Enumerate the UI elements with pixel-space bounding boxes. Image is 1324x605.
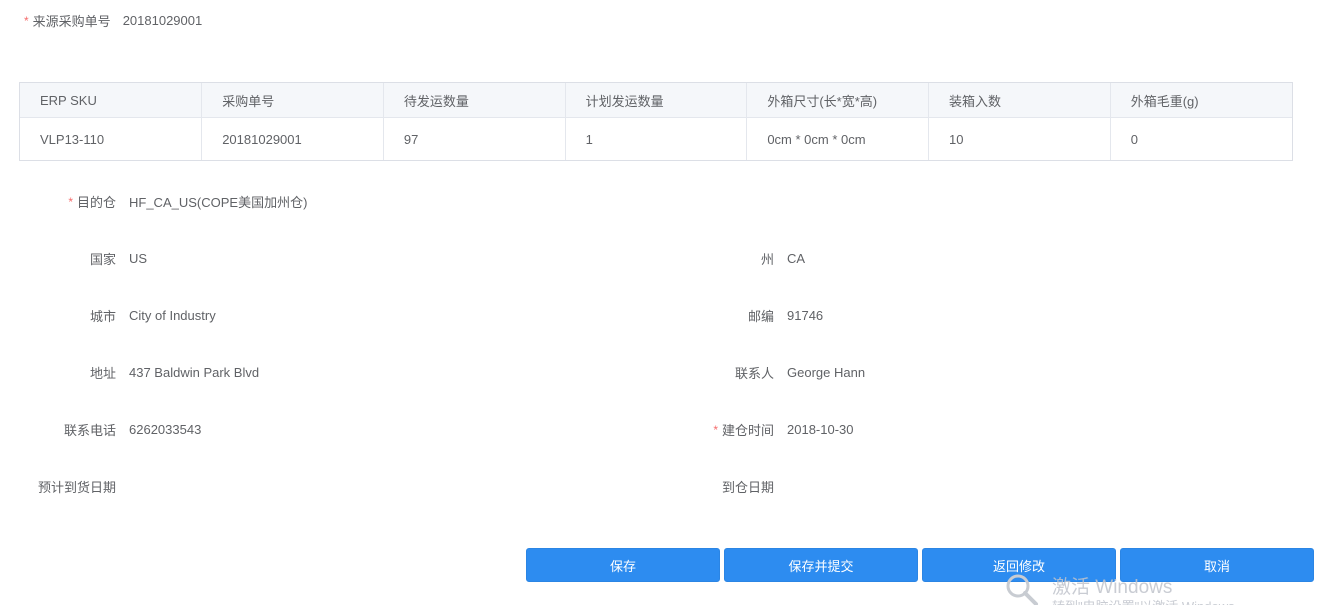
column-header: 计划发运数量 xyxy=(565,83,748,118)
state-label: 州 xyxy=(760,251,774,267)
phone-value: 6262033543 xyxy=(129,421,202,437)
sku-table: ERP SKU 采购单号 待发运数量 计划发运数量 外箱尺寸(长*宽*高) 装箱… xyxy=(19,82,1293,161)
eta-field: 预计到货日期 xyxy=(20,477,129,495)
contact-value: George Hann xyxy=(787,364,866,380)
source-po-field: * 来源采购单号 20181029001 xyxy=(24,11,202,29)
column-header: 外箱尺寸(长*宽*高) xyxy=(746,83,930,118)
arrival-date-label: 到仓日期 xyxy=(721,479,774,495)
cell-units-per-carton: 10 xyxy=(928,117,1111,160)
arrival-date-field: 到仓日期 xyxy=(678,477,787,495)
cell-planned-qty: 1 xyxy=(565,117,748,160)
source-po-value: 20181029001 xyxy=(122,12,203,28)
table-row: VLP13-110 20181029001 97 1 0cm * 0cm * 0… xyxy=(20,117,1292,160)
created-date-label: 建仓时间 xyxy=(721,422,774,438)
cell-carton-size: 0cm * 0cm * 0cm xyxy=(746,117,930,160)
city-field: 城市 City of Industry xyxy=(20,306,216,324)
eta-label: 预计到货日期 xyxy=(37,479,116,495)
back-edit-button[interactable]: 返回修改 xyxy=(922,548,1116,582)
watermark-subtitle: 转到"电脑设置"以激活 Windows。 xyxy=(1052,596,1248,605)
country-label: 国家 xyxy=(89,251,116,267)
state-value: CA xyxy=(787,250,806,266)
country-value: US xyxy=(129,250,148,266)
cell-carton-weight: 0 xyxy=(1110,117,1292,160)
contact-field: 联系人 George Hann xyxy=(678,363,865,381)
warehouse-label: 目的仓 xyxy=(76,194,116,210)
column-header: 外箱毛重(g) xyxy=(1110,83,1292,118)
table-header-row: ERP SKU 采购单号 待发运数量 计划发运数量 外箱尺寸(长*宽*高) 装箱… xyxy=(20,83,1292,118)
warehouse-field: * 目的仓 HF_CA_US(COPE美国加州仓) xyxy=(20,192,307,210)
required-mark: * xyxy=(713,423,718,437)
zip-label: 邮编 xyxy=(747,308,774,324)
country-field: 国家 US xyxy=(20,249,147,267)
city-label: 城市 xyxy=(89,308,116,324)
phone-field: 联系电话 6262033543 xyxy=(20,420,201,438)
warehouse-value: HF_CA_US(COPE美国加州仓) xyxy=(129,194,308,210)
phone-label: 联系电话 xyxy=(63,422,116,438)
created-date-value: 2018-10-30 xyxy=(787,421,854,437)
column-header: 采购单号 xyxy=(201,83,384,118)
required-mark: * xyxy=(68,195,73,209)
city-value: City of Industry xyxy=(129,307,216,323)
cell-pending-qty: 97 xyxy=(383,117,566,160)
column-header: 装箱入数 xyxy=(928,83,1111,118)
save-submit-button[interactable]: 保存并提交 xyxy=(724,548,918,582)
address-label: 地址 xyxy=(89,365,116,381)
cell-po-number: 20181029001 xyxy=(201,117,384,160)
column-header: ERP SKU xyxy=(20,83,203,118)
contact-label: 联系人 xyxy=(734,365,774,381)
required-mark: * xyxy=(24,14,29,28)
state-field: 州 CA xyxy=(678,249,805,267)
zip-value: 91746 xyxy=(787,307,824,323)
source-po-label: 来源采购单号 xyxy=(32,13,111,29)
address-value: 437 Baldwin Park Blvd xyxy=(129,364,260,380)
column-header: 待发运数量 xyxy=(383,83,566,118)
cancel-button[interactable]: 取消 xyxy=(1120,548,1314,582)
zip-field: 邮编 91746 xyxy=(678,306,823,324)
address-field: 地址 437 Baldwin Park Blvd xyxy=(20,363,259,381)
created-date-field: * 建仓时间 2018-10-30 xyxy=(678,420,854,438)
cell-erp-sku: VLP13-110 xyxy=(20,117,203,160)
save-button[interactable]: 保存 xyxy=(526,548,720,582)
